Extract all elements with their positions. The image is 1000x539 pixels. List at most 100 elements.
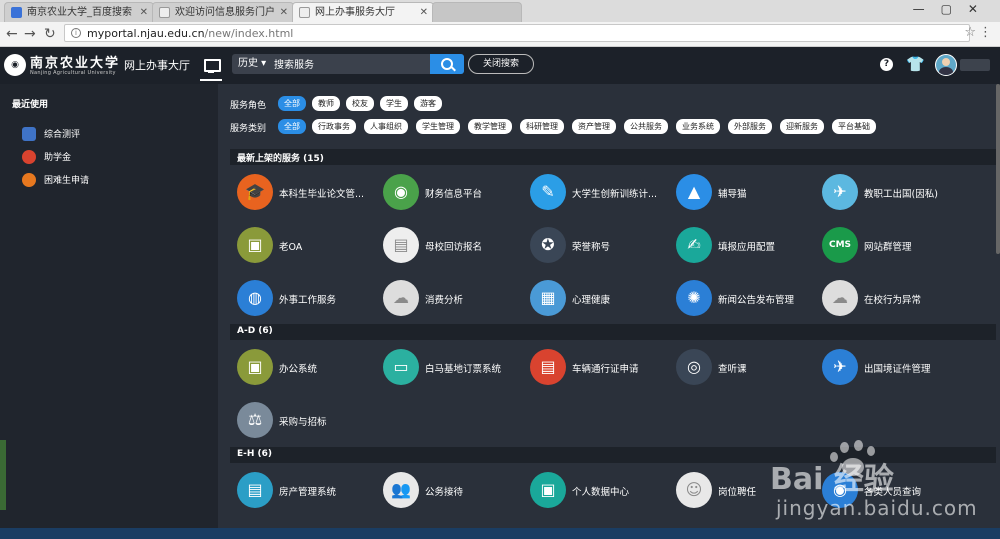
watermark-url: jingyan.baidu.com — [776, 496, 978, 520]
service-icon: ▣ — [237, 227, 273, 263]
user-name-blurred[interactable] — [960, 59, 990, 71]
service-glyph-icon: ✈ — [833, 182, 847, 201]
category-chip[interactable]: 公共服务 — [624, 119, 668, 134]
service-glyph-icon: ▤ — [247, 480, 263, 499]
service-label: 车辆通行证申请 — [572, 364, 639, 375]
browser-tab-active[interactable]: 网上办事服务大厅 ✕ — [292, 2, 434, 22]
search-input[interactable] — [272, 56, 431, 74]
app-header: ◉ 南京农业大学 Nanjing Agricultural University… — [0, 47, 1000, 84]
service-icon: 👥 — [383, 472, 419, 508]
forward-arrow-icon[interactable]: → — [24, 25, 36, 43]
section-header: A-D (6) — [230, 324, 996, 340]
section-title: E-H (6) — [237, 449, 273, 459]
close-tab-icon[interactable]: ✕ — [280, 3, 288, 22]
watermark-brand: Bai 经验 — [770, 462, 894, 497]
section-title: 最新上架的服务 (15) — [237, 154, 324, 164]
category-chip[interactable]: 业务系统 — [676, 119, 720, 134]
baidu-jingyan-watermark: Bai 经验 jingyan.baidu.com — [770, 440, 990, 530]
service-icon: 🎓 — [237, 174, 273, 210]
university-logo-subtitle: Nanjing Agricultural University — [30, 70, 116, 76]
service-glyph-icon: ▦ — [540, 288, 556, 307]
service-glyph-icon: ◎ — [687, 357, 701, 376]
service-icon: ☁ — [822, 280, 858, 316]
service-label: 网站群管理 — [864, 242, 912, 253]
role-chip[interactable]: 全部 — [278, 96, 306, 111]
search-button[interactable] — [430, 54, 464, 74]
service-label: 在校行为异常 — [864, 295, 922, 306]
service-icon: ✍ — [676, 227, 712, 263]
desktop-monitor-icon[interactable] — [200, 53, 222, 81]
back-arrow-icon[interactable]: ← — [6, 25, 18, 43]
service-icon: ▲ — [676, 174, 712, 210]
category-chip[interactable]: 人事组织 — [364, 119, 408, 134]
service-label: 荣誉称号 — [572, 242, 611, 253]
role-chip[interactable]: 游客 — [414, 96, 442, 111]
category-chip[interactable]: 外部服务 — [728, 119, 772, 134]
recent-sidebar: 最近使用 综合测评 助学金 困难生申请 — [0, 84, 218, 539]
browser-menu-icon[interactable]: ⋮ — [979, 25, 992, 41]
service-label: 老OA — [279, 242, 303, 253]
new-tab-button[interactable] — [432, 2, 522, 22]
service-label: 财务信息平台 — [425, 189, 483, 200]
bookmark-star-icon[interactable]: ☆ — [964, 25, 976, 41]
service-label: 白马基地订票系统 — [425, 364, 502, 375]
browser-tab[interactable]: 南京农业大学_百度搜索 ✕ — [4, 2, 154, 22]
service-icon: ▤ — [530, 349, 566, 385]
tab-title: 南京农业大学_百度搜索 — [27, 7, 132, 18]
role-chip[interactable]: 教师 — [312, 96, 340, 111]
close-tab-icon[interactable]: ✕ — [420, 3, 428, 22]
theme-shirt-icon[interactable]: 👕 — [906, 56, 925, 72]
service-icon: ▤ — [383, 227, 419, 263]
service-icon: ▣ — [530, 472, 566, 508]
category-chip[interactable]: 学生管理 — [416, 119, 460, 134]
service-glyph-icon: 🎓 — [245, 182, 265, 201]
category-chip[interactable]: 科研管理 — [520, 119, 564, 134]
close-tab-icon[interactable]: ✕ — [140, 3, 148, 22]
close-search-button[interactable]: 关闭搜索 — [468, 54, 534, 74]
url-field[interactable]: i myportal.njau.edu.cn/new/index.html — [64, 24, 970, 42]
service-label: 岗位聘任 — [718, 487, 757, 498]
service-glyph-icon: ▣ — [540, 480, 556, 499]
history-dropdown[interactable]: 历史 ▾ — [238, 54, 266, 74]
baidu-favicon-icon — [11, 7, 22, 18]
service-glyph-icon: ☁ — [393, 288, 409, 307]
role-chip[interactable]: 校友 — [346, 96, 374, 111]
category-chip[interactable]: 教学管理 — [468, 119, 512, 134]
service-label: 辅导猫 — [718, 189, 747, 200]
service-label: 填报应用配置 — [718, 242, 776, 253]
service-glyph-icon: ▤ — [393, 235, 409, 254]
service-label: 公务接待 — [425, 487, 464, 498]
evaluation-icon — [22, 127, 36, 141]
university-logo-text: 南京农业大学 — [30, 56, 121, 71]
service-label: 采购与招标 — [279, 417, 327, 428]
service-icon: ✺ — [676, 280, 712, 316]
service-label: 本科生毕业论文管... — [279, 189, 365, 200]
category-chip[interactable]: 行政事务 — [312, 119, 356, 134]
window-controls[interactable]: —▢✕ — [913, 2, 994, 16]
category-chip[interactable]: 资产管理 — [572, 119, 616, 134]
grant-icon — [22, 150, 36, 164]
service-glyph-icon: ⚖ — [247, 410, 263, 429]
browser-tab[interactable]: 欢迎访问信息服务门户 ✕ — [152, 2, 294, 22]
category-filter-label: 服务类别 — [230, 124, 267, 134]
service-label: 心理健康 — [572, 295, 611, 306]
category-chip[interactable]: 全部 — [278, 119, 306, 134]
help-icon[interactable]: ? — [880, 58, 893, 71]
category-chip[interactable]: 迎新服务 — [780, 119, 824, 134]
page-scrollbar[interactable] — [996, 84, 1000, 254]
service-icon: ☁ — [383, 280, 419, 316]
role-filter-label: 服务角色 — [230, 101, 267, 111]
info-icon[interactable]: i — [71, 28, 81, 38]
service-label: 大学生创新训练计... — [572, 189, 658, 200]
service-glyph-icon: ◉ — [394, 182, 408, 201]
avatar[interactable] — [935, 54, 957, 76]
tab-title: 网上办事服务大厅 — [315, 7, 395, 18]
role-chip[interactable]: 学生 — [380, 96, 408, 111]
service-glyph-icon: ☁ — [832, 288, 848, 307]
service-glyph-icon: ▣ — [247, 357, 263, 376]
reload-icon[interactable]: ↻ — [44, 25, 56, 43]
service-glyph-icon: ◍ — [248, 288, 262, 307]
service-glyph-icon: ▲ — [687, 182, 701, 201]
category-chip[interactable]: 平台基础 — [832, 119, 876, 134]
service-glyph-icon: ✺ — [687, 288, 701, 307]
